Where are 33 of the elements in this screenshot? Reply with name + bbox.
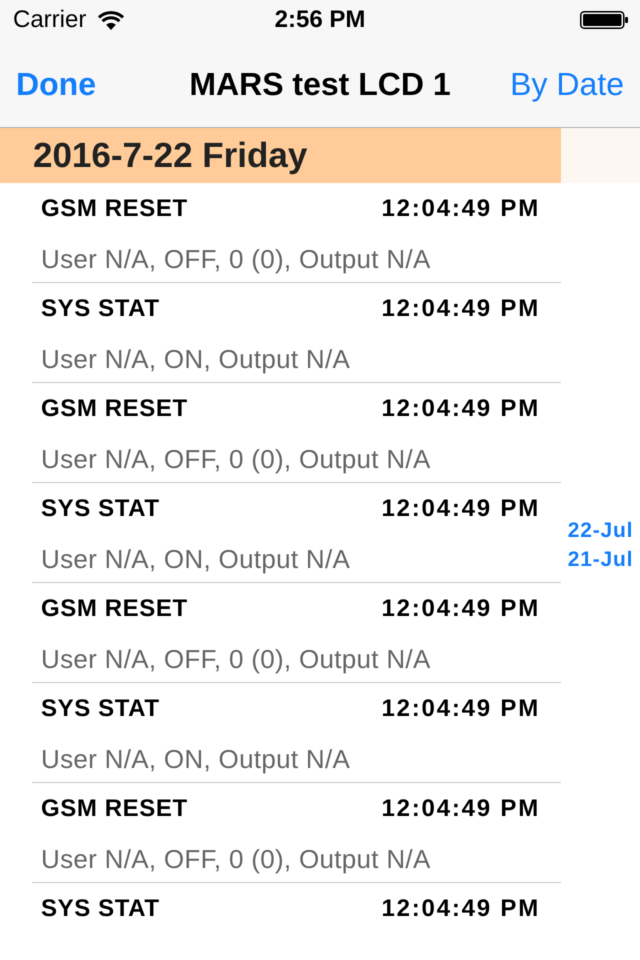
wifi-icon bbox=[98, 10, 124, 30]
section-index-item[interactable]: 22-Jul bbox=[568, 516, 634, 544]
event-time: 12:04:49 PM bbox=[381, 495, 540, 523]
event-detail: User N/A, ON, Output N/A bbox=[41, 545, 350, 573]
event-time: 12:04:49 PM bbox=[381, 695, 540, 723]
event-detail: User N/A, OFF, 0 (0), Output N/A bbox=[41, 445, 431, 473]
event-time: 12:04:49 PM bbox=[381, 295, 540, 323]
section-date-title: 2016-7-22 Friday bbox=[33, 136, 308, 176]
event-detail: User N/A, OFF, 0 (0), Output N/A bbox=[41, 645, 431, 673]
event-time: 12:04:49 PM bbox=[381, 795, 540, 823]
event-name: SYS STAT bbox=[41, 895, 160, 923]
event-name: SYS STAT bbox=[41, 495, 160, 523]
screen-title: MARS test LCD 1 bbox=[189, 64, 451, 102]
battery-icon bbox=[580, 11, 628, 29]
event-time: 12:04:49 PM bbox=[381, 195, 540, 223]
event-name: SYS STAT bbox=[41, 295, 160, 323]
event-time: 12:04:49 PM bbox=[381, 895, 540, 923]
event-name: GSM RESET bbox=[41, 595, 188, 623]
event-detail: User N/A, OFF, 0 (0), Output N/A bbox=[41, 845, 431, 873]
event-time: 12:04:49 PM bbox=[381, 395, 540, 423]
event-detail: User N/A, ON, Output N/A bbox=[41, 745, 350, 773]
event-name: SYS STAT bbox=[41, 695, 160, 723]
event-name: GSM RESET bbox=[41, 795, 188, 823]
event-detail: User N/A, ON, Output N/A bbox=[41, 345, 350, 373]
event-name: GSM RESET bbox=[41, 395, 188, 423]
sort-by-date-button[interactable]: By Date bbox=[510, 64, 624, 102]
event-name: GSM RESET bbox=[41, 195, 188, 223]
event-detail: User N/A, OFF, 0 (0), Output N/A bbox=[41, 245, 431, 273]
status-time: 2:56 PM bbox=[274, 6, 366, 34]
event-time: 12:04:49 PM bbox=[381, 595, 540, 623]
carrier-name: Carrier bbox=[13, 6, 86, 34]
section-index-item[interactable]: 21-Jul bbox=[568, 544, 634, 574]
done-button[interactable]: Done bbox=[16, 64, 96, 102]
